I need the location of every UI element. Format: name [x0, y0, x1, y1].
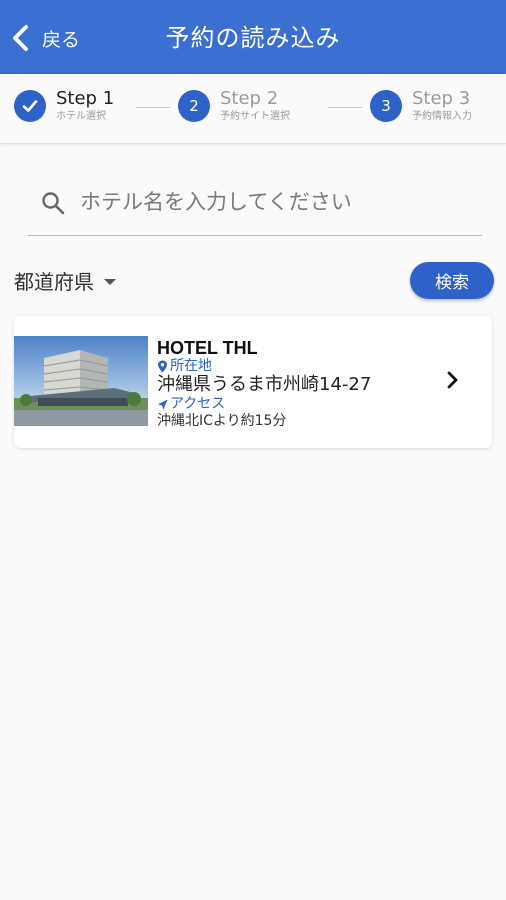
location-label-text: 所在地	[170, 358, 212, 374]
map-pin-icon	[158, 360, 167, 372]
prefecture-label: 都道府県	[14, 269, 94, 294]
step-2: 2 Step 2 予約サイト選択	[178, 90, 290, 122]
step-3-subtitle: 予約情報入力	[412, 111, 472, 122]
step-3-indicator: 3	[370, 90, 402, 122]
step-2-subtitle: 予約サイト選択	[220, 111, 290, 122]
hotel-info: HOTEL THL 所在地 沖縄県うるま市州崎14-27 アクセス 沖縄北ICよ…	[157, 338, 447, 430]
step-1-subtitle: ホテル選択	[56, 111, 106, 122]
check-icon	[22, 100, 38, 112]
hotel-access: 沖縄北ICより約15分	[157, 413, 287, 429]
search-icon	[42, 192, 65, 215]
step-1-indicator	[14, 90, 46, 122]
step-connector	[328, 107, 362, 108]
access-label-text: アクセス	[170, 396, 226, 412]
step-1: Step 1 ホテル選択	[14, 90, 114, 122]
hotel-photo	[14, 336, 148, 426]
hotel-address: 沖縄県うるま市州崎14-27	[157, 374, 372, 395]
step-3: 3 Step 3 予約情報入力	[370, 90, 472, 122]
step-connector	[136, 107, 170, 108]
stepper: Step 1 ホテル選択 2 Step 2 予約サイト選択 3 Step 3 予…	[0, 74, 506, 144]
chevron-right-icon	[447, 371, 458, 389]
caret-down-icon	[104, 278, 116, 285]
step-3-title: Step 3	[412, 88, 471, 109]
hotel-search-field	[28, 172, 482, 236]
access-label: アクセス	[157, 396, 447, 412]
search-button[interactable]: 検索	[410, 262, 494, 299]
step-2-indicator: 2	[178, 90, 210, 122]
app-bar: 戻る 予約の読み込み	[0, 0, 506, 74]
hotel-card[interactable]: HOTEL THL 所在地 沖縄県うるま市州崎14-27 アクセス 沖縄北ICよ…	[14, 316, 492, 448]
prefecture-dropdown[interactable]: 都道府県	[14, 264, 116, 296]
step-2-title: Step 2	[220, 88, 279, 109]
page-title: 予約の読み込み	[165, 24, 341, 52]
navigation-arrow-icon	[158, 399, 168, 410]
hotel-name: HOTEL THL	[157, 338, 258, 358]
location-label: 所在地	[157, 358, 447, 374]
hotel-search-input[interactable]	[80, 180, 470, 224]
step-1-title: Step 1	[56, 88, 115, 109]
